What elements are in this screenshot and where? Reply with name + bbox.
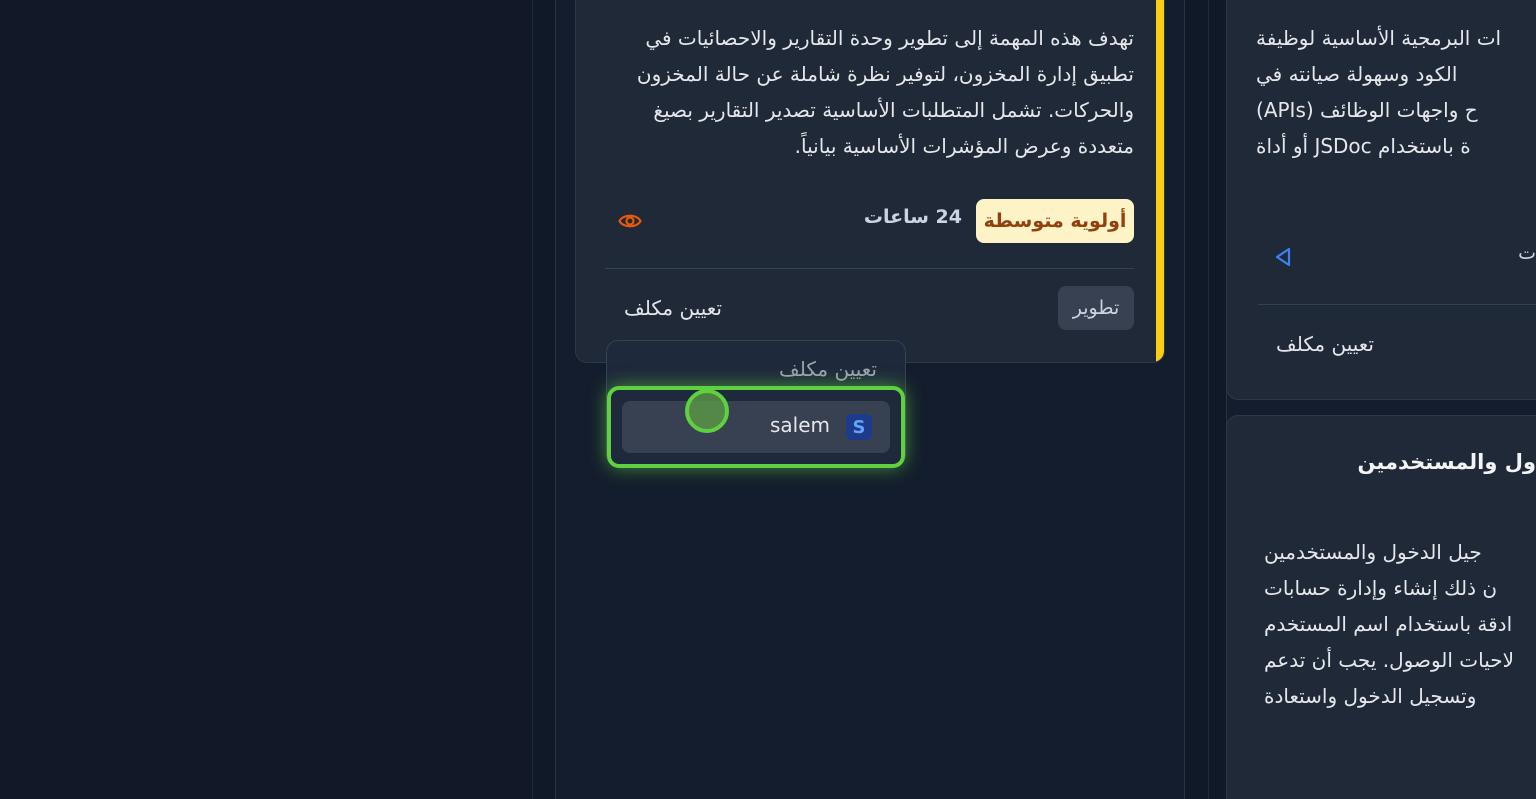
description-line: الكود وسهولة صيانته في: [1256, 62, 1458, 86]
kanban-page: تهدف هذه المهمة إلى تطوير وحدة التقارير …: [0, 0, 1536, 799]
column-divider: [1208, 0, 1209, 799]
assignee-name: salem: [769, 413, 830, 437]
description-line: ن ذلك إنشاء وإدارة حسابات: [1264, 576, 1498, 600]
avatar: S: [846, 414, 872, 440]
triangle-left-icon[interactable]: [1273, 246, 1293, 268]
task-description: تهدف هذه المهمة إلى تطوير وحدة التقارير …: [600, 20, 1134, 164]
description-line: تهدف هذه المهمة إلى تطوير وحدة التقارير …: [645, 26, 1134, 50]
priority-badge: أولوية متوسطة: [976, 199, 1134, 243]
description-line: والحركات. تشمل المتطلبات الأساسية تصدير …: [653, 98, 1134, 122]
assign-assignee-button[interactable]: تعيين مكلف: [610, 296, 722, 320]
description-line: تطبيق إدارة المخزون، لتوفير نظرة شاملة ع…: [636, 62, 1134, 86]
task-description: جيل الدخول والمستخدمين ن ذلك إنشاء وإدار…: [1264, 534, 1536, 714]
dropdown-title: تعيين مكلف: [779, 357, 877, 381]
card-divider: [605, 268, 1134, 269]
description-line: متعددة وعرض المؤشرات الأساسية بيانياً.: [794, 134, 1134, 158]
description-line: ح واجهات الوظائف (APIs): [1256, 98, 1478, 122]
eye-icon[interactable]: [618, 209, 642, 233]
task-description: ات البرمجية الأساسية لوظيفة الكود وسهولة…: [1256, 20, 1536, 164]
description-line: لاحيات الوصول. يجب أن تدعم: [1264, 648, 1515, 672]
description-line: ات البرمجية الأساسية لوظيفة: [1256, 26, 1502, 50]
priority-stripe: [1156, 0, 1164, 362]
description-line: ة باستخدام JSDoc أو أداة: [1256, 134, 1471, 158]
card-divider: [1258, 304, 1536, 305]
mouse-cursor-indicator: [685, 389, 729, 433]
column-divider: [532, 0, 533, 799]
category-tag: تطوير: [1058, 286, 1134, 330]
hours-estimate: 24 ساعات: [863, 206, 962, 228]
assign-assignee-button[interactable]: تعيين مكلف: [1262, 332, 1374, 356]
task-title: ول والمستخدمين: [1357, 450, 1536, 474]
description-line: وتسجيل الدخول واستعادة: [1264, 684, 1477, 708]
meta-text: ت: [1518, 242, 1536, 264]
description-line: ادقة باستخدام اسم المستخدم: [1264, 612, 1513, 636]
description-line: جيل الدخول والمستخدمين: [1264, 540, 1482, 564]
assignee-option-salem[interactable]: S salem: [622, 401, 890, 453]
